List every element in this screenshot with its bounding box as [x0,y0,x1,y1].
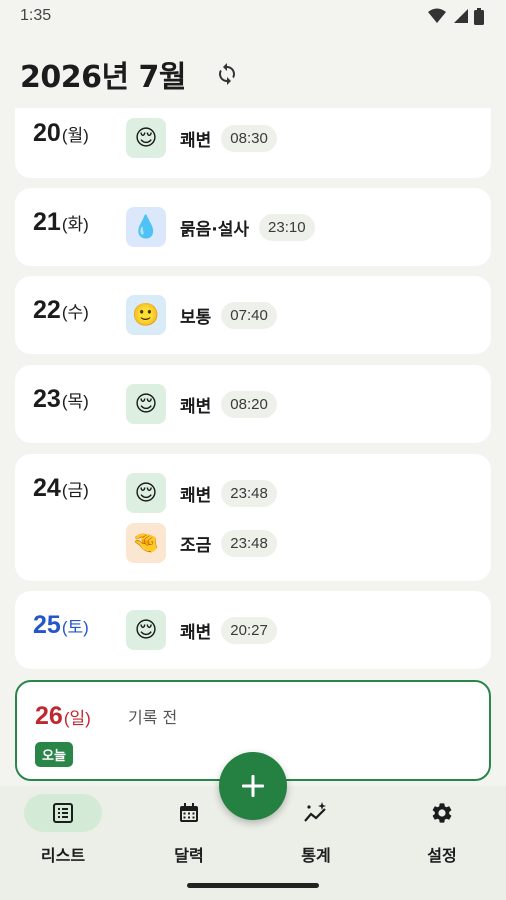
record-entry[interactable]: 🙂 보통 07:40 [126,295,277,335]
stats-sparkle-icon [304,802,326,822]
record-time: 07:40 [221,301,277,329]
relaxed-face-icon: 😌 [126,384,166,424]
record-label: 쾌변 [180,130,212,151]
day-card-24[interactable]: 24(금) 😌 쾌변 23:48 🤏 조금 23:48 [15,454,491,581]
record-entry[interactable]: 😌 쾌변 08:30 [126,118,277,158]
day-number: 25(토) [33,611,89,639]
nav-label: 달력 [174,846,204,865]
pinching-hand-icon: 🤏 [126,523,166,563]
no-record-text: 기록 전 [128,708,178,727]
record-label: 보통 [180,307,212,328]
battery-icon [474,7,484,25]
sync-button[interactable] [212,59,242,89]
droplet-icon: 💧 [126,207,166,247]
day-card-22[interactable]: 22(수) 🙂 보통 07:40 [15,276,491,354]
nav-icon-container [150,794,228,832]
day-number: 21(화) [33,208,89,236]
status-bar: 1:35 [0,0,506,32]
status-time: 1:35 [20,7,52,24]
day-number: 20(월) [33,119,89,147]
relaxed-face-icon: 😌 [126,118,166,158]
record-entry[interactable]: 😌 쾌변 20:27 [126,610,277,650]
nav-label: 통계 [301,846,331,865]
gear-icon [432,803,452,823]
slight-smile-icon: 🙂 [126,295,166,335]
record-time: 08:20 [221,390,277,418]
day-number: 22(수) [33,296,89,324]
day-list[interactable]: 20(월) 😌 쾌변 08:30 21(화) 💧 묽음·설사 23:10 22(… [0,108,506,786]
day-card-20[interactable]: 20(월) 😌 쾌변 08:30 [15,108,491,178]
record-entry[interactable]: 💧 묽음·설사 23:10 [126,207,315,247]
relaxed-face-icon: 😌 [126,473,166,513]
record-label: 쾌변 [180,622,212,643]
record-time: 23:48 [221,529,277,557]
today-badge: 오늘 [35,742,73,767]
nav-list[interactable]: 리스트 [0,794,126,870]
nav-settings[interactable]: 설정 [379,794,505,870]
record-time: 23:10 [259,213,315,241]
relaxed-face-icon: 😌 [126,610,166,650]
signal-icon [454,9,468,23]
day-card-21[interactable]: 21(화) 💧 묽음·설사 23:10 [15,188,491,266]
wifi-icon [428,8,446,23]
day-card-23[interactable]: 23(목) 😌 쾌변 08:20 [15,365,491,443]
day-number: 26(일) [35,702,91,730]
home-indicator[interactable] [187,883,319,888]
nav-icon-container [277,794,355,832]
calendar-icon [180,803,198,822]
page-title: 2026년 7월 [20,60,187,95]
nav-icon-container [24,794,102,832]
record-time: 23:48 [221,479,277,507]
record-time: 20:27 [221,616,277,644]
list-icon [53,803,73,823]
nav-label: 설정 [427,846,457,865]
record-entry[interactable]: 😌 쾌변 23:48 [126,473,277,513]
nav-label: 리스트 [40,846,86,865]
record-label: 묽음·설사 [180,219,250,240]
record-label: 조금 [180,535,212,556]
day-card-25[interactable]: 25(토) 😌 쾌변 20:27 [15,591,491,669]
sync-icon [219,63,236,85]
day-number: 24(금) [33,474,89,502]
header: 2026년 7월 [0,44,506,104]
record-entry[interactable]: 🤏 조금 23:48 [126,523,277,563]
day-number: 23(목) [33,385,89,413]
status-icons [428,7,484,25]
add-record-button[interactable] [219,752,287,820]
plus-icon [242,775,264,797]
record-entry[interactable]: 😌 쾌변 08:20 [126,384,277,424]
record-time: 08:30 [221,124,277,152]
nav-icon-container [403,794,481,832]
record-label: 쾌변 [180,485,212,506]
record-label: 쾌변 [180,396,212,417]
